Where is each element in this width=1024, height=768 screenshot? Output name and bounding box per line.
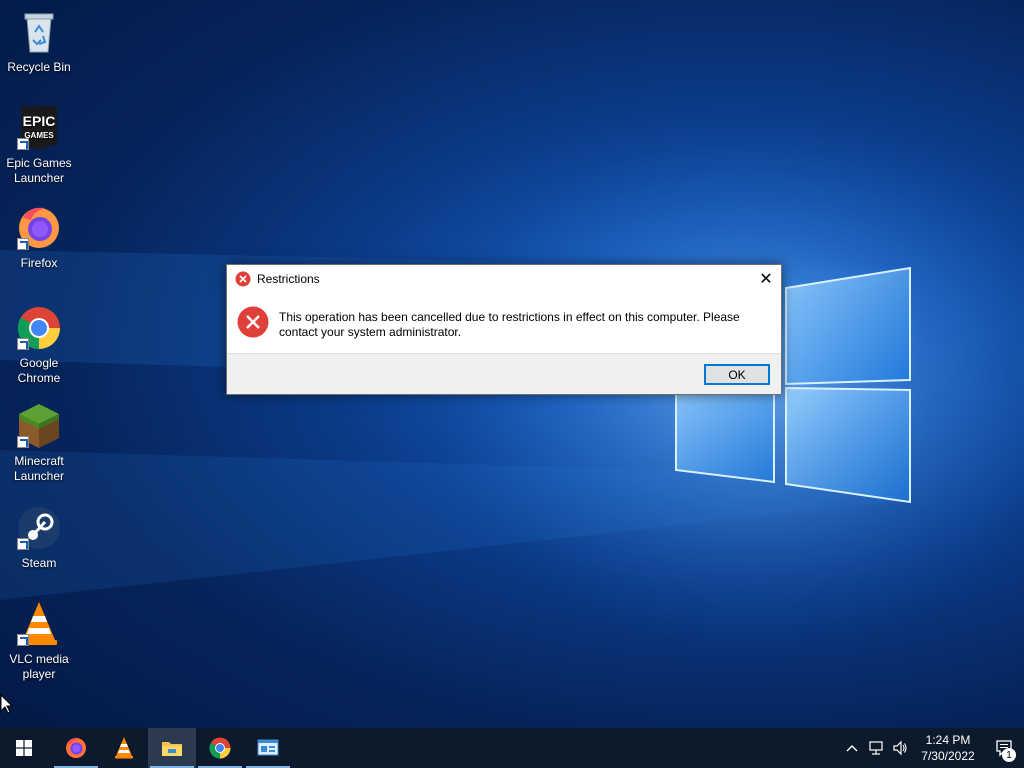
desktop-icon-label: Steam [21, 556, 57, 570]
desktop-icon-label: VLC media player [9, 652, 69, 681]
firefox-icon [15, 204, 63, 252]
desktop-icon-firefox[interactable]: Firefox [0, 204, 78, 271]
desktop-icon-steam[interactable]: Steam [0, 504, 78, 571]
action-center-button[interactable]: 1 [984, 728, 1024, 768]
taskbar-clock[interactable]: 1:24 PM 7/30/2022 [912, 732, 984, 764]
taskbar: 1:24 PM 7/30/2022 1 [0, 728, 1024, 768]
desktop-icon-label: Google Chrome [17, 356, 61, 385]
shortcut-arrow-icon [17, 238, 29, 250]
firefox-icon [66, 737, 86, 758]
dialog-footer: OK [227, 353, 781, 394]
desktop-icon-minecraft[interactable]: Minecraft Launcher [0, 402, 78, 484]
taskbar-app-vlc[interactable] [100, 728, 148, 768]
dialog-message: This operation has been cancelled due to… [279, 310, 740, 339]
dialog-title: Restrictions [257, 272, 320, 286]
shortcut-arrow-icon [17, 138, 29, 150]
minecraft-icon [15, 402, 63, 450]
dialog-titlebar[interactable]: Restrictions [227, 265, 781, 293]
show-hidden-icons-button[interactable] [840, 728, 864, 768]
network-icon [869, 741, 883, 755]
desktop-icon-recycle-bin[interactable]: Recycle Bin [0, 8, 78, 75]
chrome-icon [15, 304, 63, 352]
system-tray: 1:24 PM 7/30/2022 1 [840, 728, 1024, 768]
shortcut-arrow-icon [17, 338, 29, 350]
notification-count-badge: 1 [1002, 748, 1016, 762]
windows-start-icon [16, 740, 32, 756]
error-icon [235, 271, 251, 287]
vlc-icon [115, 737, 133, 759]
svg-text:EPIC: EPIC [23, 113, 56, 129]
chevron-up-icon [846, 745, 858, 752]
network-button[interactable] [864, 728, 888, 768]
desktop-icon-chrome[interactable]: Google Chrome [0, 304, 78, 386]
taskbar-app-file-explorer[interactable] [148, 728, 196, 768]
speaker-icon [893, 740, 907, 756]
start-button[interactable] [0, 728, 48, 768]
volume-button[interactable] [888, 728, 912, 768]
shortcut-arrow-icon [17, 538, 29, 550]
taskbar-app-control-panel[interactable] [244, 728, 292, 768]
desktop-icon-label: Recycle Bin [7, 60, 71, 74]
error-icon [237, 306, 269, 338]
control-panel-icon [257, 739, 279, 756]
epic-games-icon: EPIC GAMES [15, 104, 63, 152]
taskbar-app-chrome[interactable] [196, 728, 244, 768]
desktop-icon-epic-games[interactable]: EPIC GAMES Epic Games Launcher [0, 104, 78, 186]
desktop-icon-label: Minecraft Launcher [13, 454, 65, 483]
shortcut-arrow-icon [17, 634, 29, 646]
dialog-close-button[interactable]: ✕ [751, 265, 781, 293]
desktop-icon-label: Epic Games Launcher [6, 156, 72, 185]
ok-button[interactable]: OK [704, 364, 770, 385]
taskbar-app-firefox[interactable] [52, 728, 100, 768]
mouse-cursor-icon [0, 694, 14, 714]
shortcut-arrow-icon [17, 436, 29, 448]
vlc-icon [15, 600, 63, 648]
recycle-bin-icon [15, 8, 63, 56]
desktop-icon-vlc[interactable]: VLC media player [0, 600, 78, 682]
restrictions-dialog: Restrictions ✕ This operation has been c… [226, 264, 782, 395]
desktop-icon-label: Firefox [20, 256, 58, 270]
steam-icon [15, 504, 63, 552]
chrome-icon [209, 737, 231, 759]
clock-date: 7/30/2022 [921, 749, 975, 763]
clock-time: 1:24 PM [925, 733, 971, 747]
dialog-body: This operation has been cancelled due to… [227, 293, 781, 355]
file-explorer-icon [162, 742, 182, 756]
